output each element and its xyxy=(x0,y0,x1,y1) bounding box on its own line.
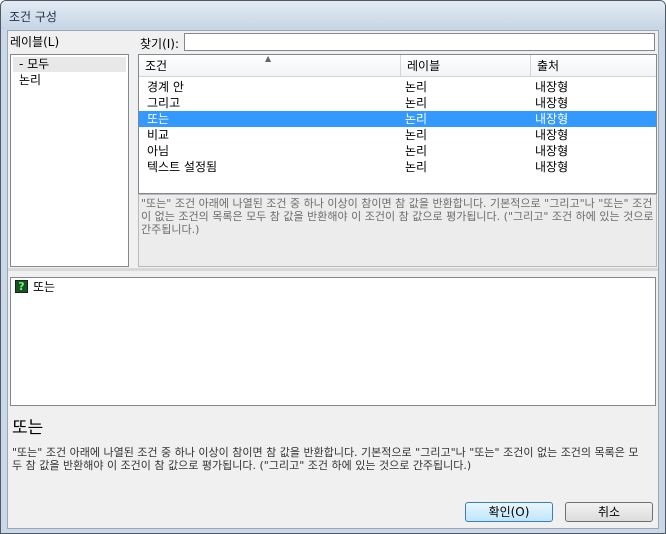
column-header-label: 출처 xyxy=(537,59,560,73)
labels-panel-header: 레이블(L) xyxy=(10,35,60,49)
labels-list-item-all[interactable]: - 모두 xyxy=(19,56,49,72)
table-cell: 경계 안 xyxy=(147,80,184,94)
conditions-table[interactable]: 조건 ▲ 레이블 출처 경계 안 논리 내장형 그리고 논리 내장형 또는 논리… xyxy=(138,54,657,194)
detail-description: "또는" 조건 아래에 나열된 조건 중 하나 이상이 참이면 참 값을 반환합… xyxy=(12,446,639,472)
table-cell: 내장형 xyxy=(535,128,569,142)
table-row-selected[interactable]: 또는 논리 내장형 xyxy=(139,111,656,127)
table-cell: 내장형 xyxy=(535,80,569,94)
detail-title: 또는 xyxy=(12,418,44,438)
column-header-label: 조건 xyxy=(145,59,168,73)
tree-item-label: 또는 xyxy=(33,280,56,294)
table-cell: 논리 xyxy=(405,80,428,94)
sort-arrow-icon: ▲ xyxy=(265,54,272,63)
condition-tree[interactable]: ? 또는 xyxy=(10,277,656,406)
labels-list-item-logic[interactable]: 논리 xyxy=(19,72,41,88)
condition-description-text: "또는" 조건 아래에 나열된 조건 중 하나 이상이 참이면 참 값을 반환합… xyxy=(141,197,654,236)
labels-list[interactable]: - 모두 논리 xyxy=(10,54,129,267)
column-header-label: 레이블 xyxy=(407,59,441,73)
labels-list-item-label: - 모두 xyxy=(19,57,50,71)
column-header-source[interactable]: 출처 xyxy=(531,55,656,77)
table-cell: 또는 xyxy=(147,112,170,126)
table-cell: 그리고 xyxy=(147,96,181,110)
table-row[interactable]: 비교 논리 내장형 xyxy=(139,127,656,143)
labels-list-item-label: 논리 xyxy=(19,73,42,87)
table-cell: 논리 xyxy=(405,96,428,110)
condition-description-panel: "또는" 조건 아래에 나열된 조건 중 하나 이상이 참이면 참 값을 반환합… xyxy=(138,194,657,267)
table-row[interactable]: 경계 안 논리 내장형 xyxy=(139,79,656,95)
table-cell: 논리 xyxy=(405,144,428,158)
table-cell: 논리 xyxy=(405,160,428,174)
table-row[interactable]: 그리고 논리 내장형 xyxy=(139,95,656,111)
window-title: 조건 구성 xyxy=(9,10,57,24)
cancel-button[interactable]: 취소 xyxy=(565,502,653,522)
table-cell: 논리 xyxy=(405,112,428,126)
column-header-condition[interactable]: 조건 ▲ xyxy=(139,55,401,77)
dialog-window: 조건 구성 레이블(L) - 모두 논리 찾기(I): 조건 ▲ 레이블 출처 … xyxy=(0,0,666,534)
table-cell: 내장형 xyxy=(535,112,569,126)
detail-panel: 또는 "또는" 조건 아래에 나열된 조건 중 하나 이상이 참이면 참 값을 … xyxy=(8,409,658,472)
column-header-label-col[interactable]: 레이블 xyxy=(401,55,531,77)
title-bar[interactable]: 조건 구성 xyxy=(1,1,665,29)
table-row[interactable]: 아님 논리 내장형 xyxy=(139,143,656,159)
table-cell: 내장형 xyxy=(535,96,569,110)
table-cell: 내장형 xyxy=(535,160,569,174)
splitter[interactable] xyxy=(8,268,658,271)
search-label: 찾기(I): xyxy=(140,37,180,51)
ok-button[interactable]: 확인(O) xyxy=(465,502,553,522)
table-cell: 텍스트 설정됨 xyxy=(147,160,218,174)
table-cell: 아님 xyxy=(147,144,170,158)
table-row[interactable]: 텍스트 설정됨 논리 내장형 xyxy=(139,159,656,175)
table-cell: 논리 xyxy=(405,128,428,142)
dialog-client: 레이블(L) - 모두 논리 찾기(I): 조건 ▲ 레이블 출처 경계 안 논… xyxy=(7,30,659,529)
search-input[interactable] xyxy=(184,33,655,51)
table-cell: 내장형 xyxy=(535,144,569,158)
question-mark-icon: ? xyxy=(15,280,28,293)
table-cell: 비교 xyxy=(147,128,170,142)
